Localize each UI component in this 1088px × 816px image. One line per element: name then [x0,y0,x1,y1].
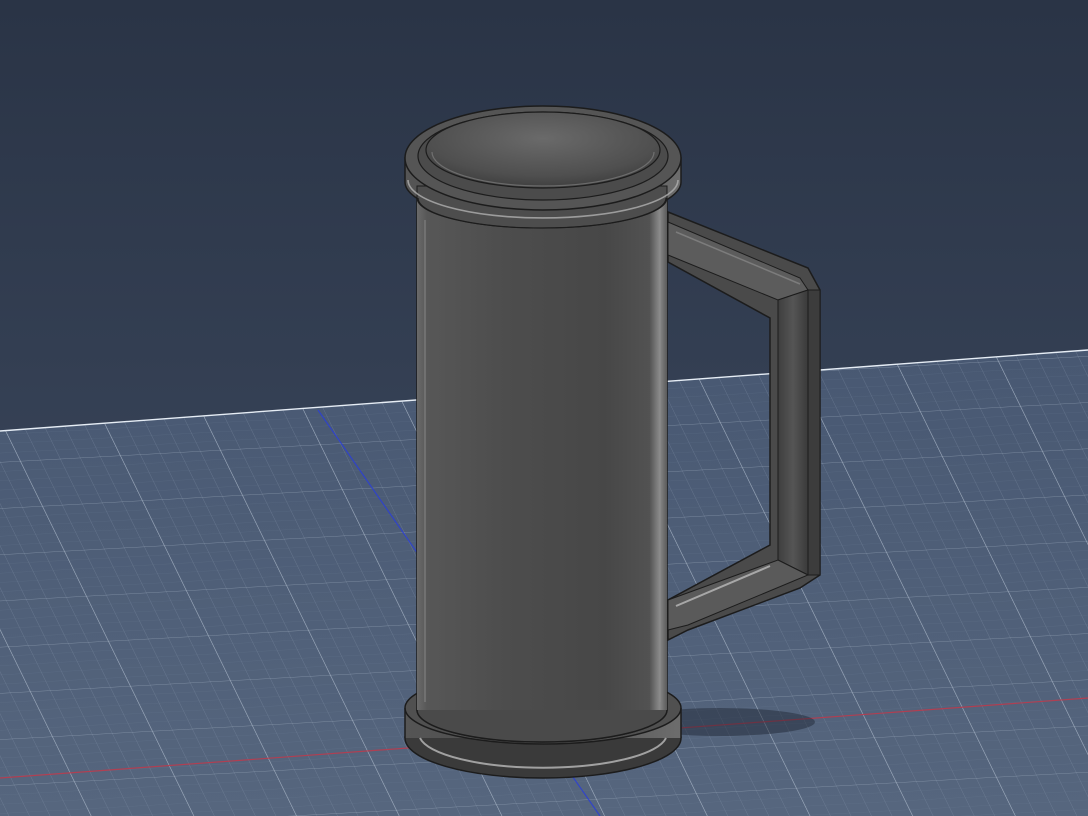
3d-viewport[interactable] [0,0,1088,816]
mug-body [416,197,668,743]
mug-top-rim [404,105,682,229]
viewport-canvas[interactable] [0,0,1088,816]
mug-opening [425,111,661,189]
